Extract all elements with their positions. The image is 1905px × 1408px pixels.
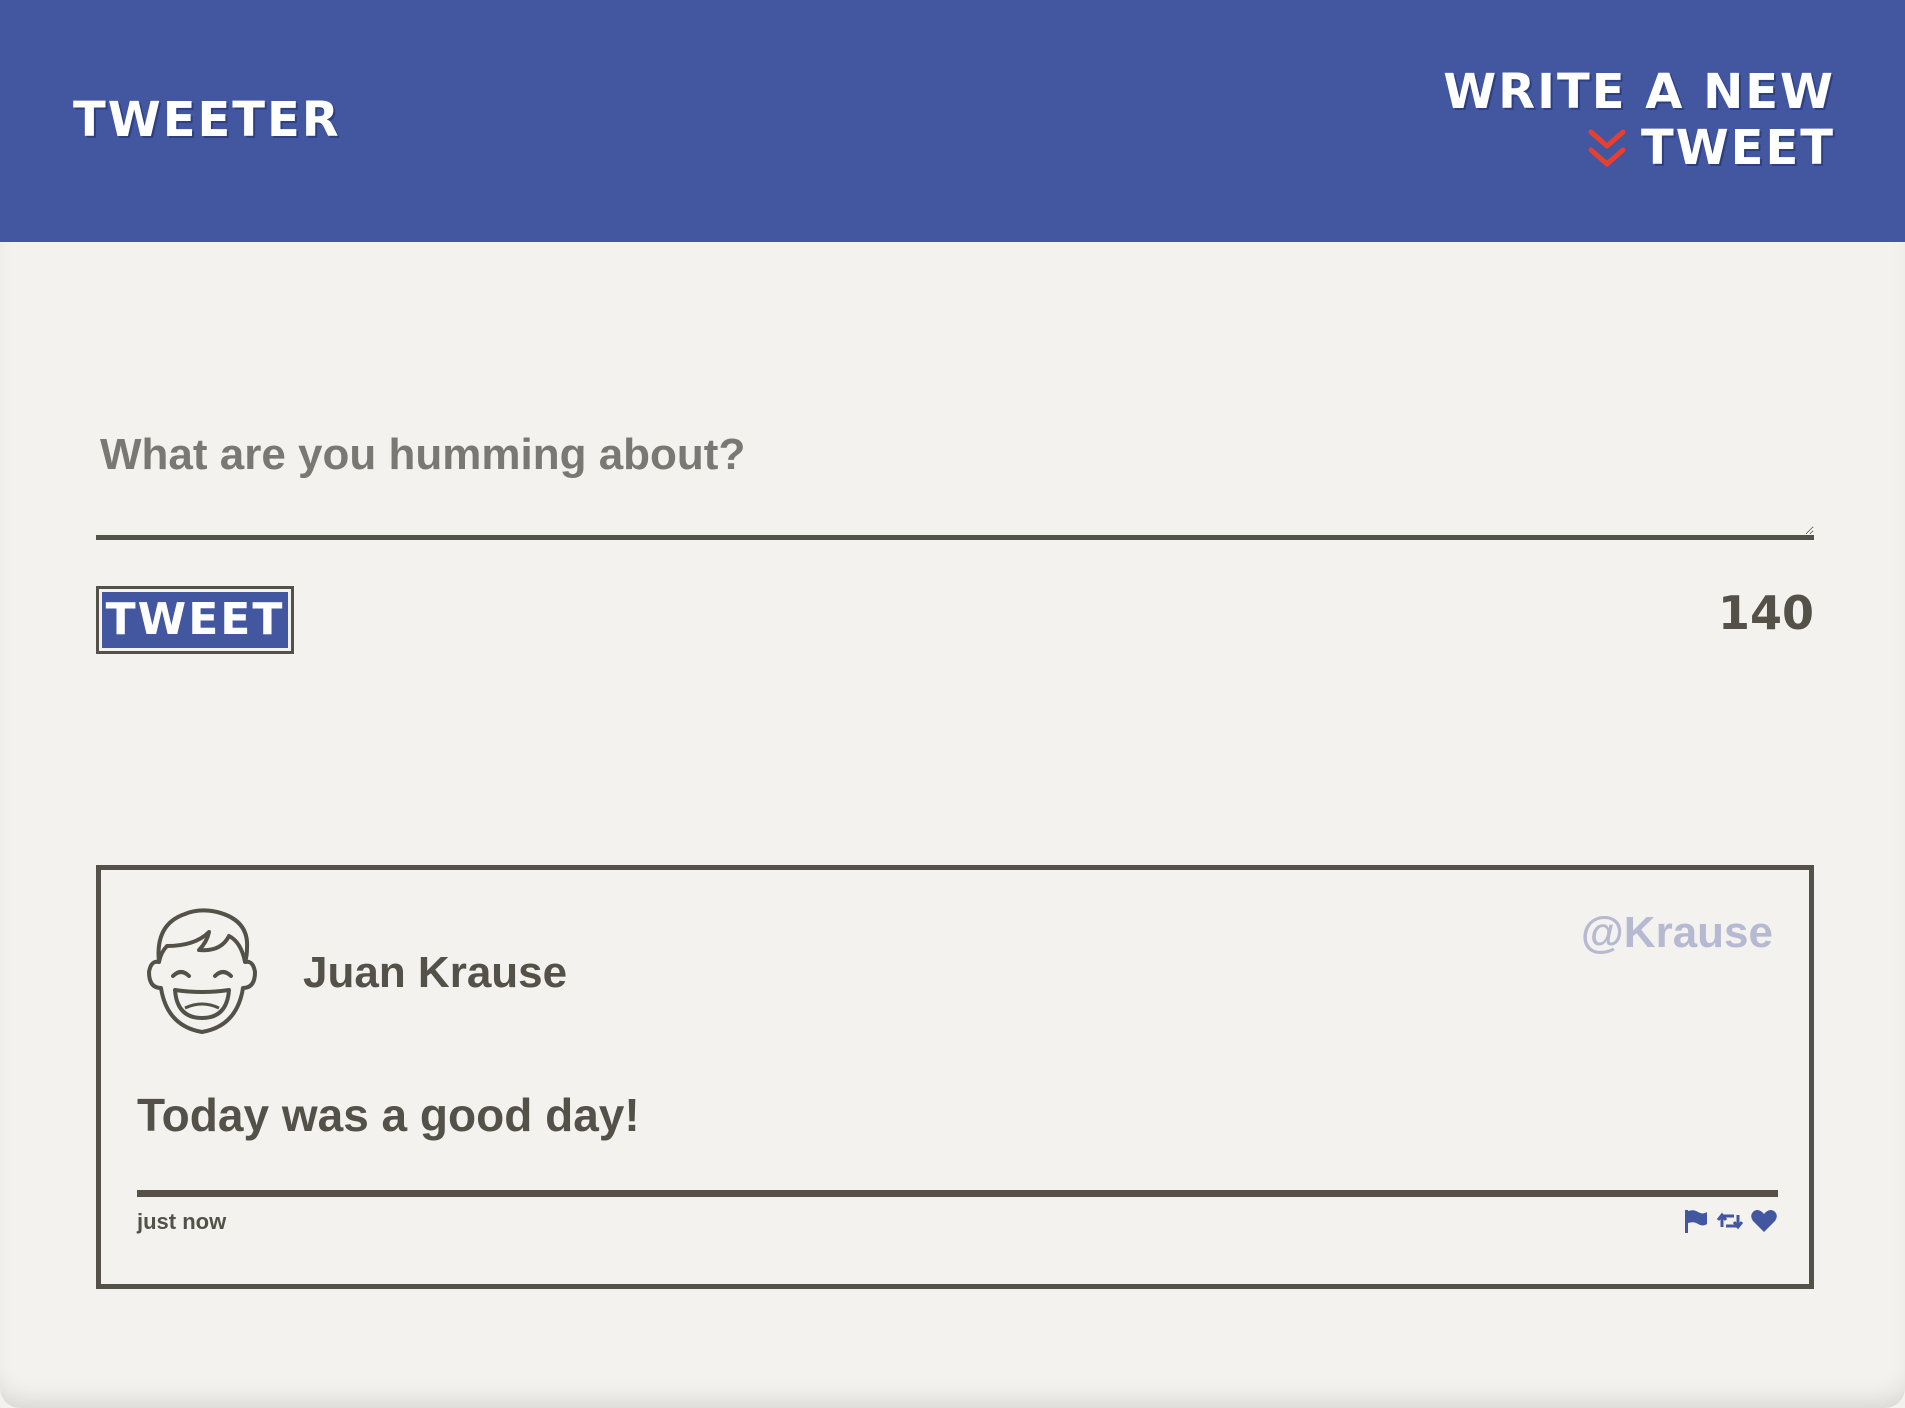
tweet-footer: just now [137, 1190, 1778, 1257]
author-handle: @Krause [1580, 908, 1773, 957]
new-tweet-composer: TWEET 140 [96, 400, 1814, 656]
tweet-timestamp: just now [137, 1209, 227, 1234]
tweet-card: Juan Krause @Krause Today was a good day… [96, 865, 1814, 1289]
flag-icon[interactable] [1682, 1207, 1710, 1235]
retweet-icon[interactable] [1716, 1207, 1744, 1235]
tweet-actions [1682, 1207, 1778, 1235]
composer-controls: TWEET 140 [96, 586, 1814, 656]
heart-icon[interactable] [1750, 1207, 1778, 1235]
author-display-name: Juan Krause [303, 948, 568, 997]
character-counter: 140 [1717, 586, 1814, 640]
brand-logo[interactable]: TWEETER [73, 92, 341, 148]
tweet-submit-button[interactable]: TWEET [96, 586, 294, 654]
tweet-body: Today was a good day! [137, 1089, 640, 1141]
compose-toggle-button[interactable]: WRITE A NEW TWEET [1315, 64, 1835, 184]
page: TWEETER WRITE A NEW TWEET TWEET 140 [0, 0, 1905, 1408]
compose-toggle-label[interactable]: WRITE A NEW TWEET [1315, 64, 1835, 176]
double-chevron-down-icon[interactable] [1587, 128, 1627, 172]
navbar: TWEETER WRITE A NEW TWEET [0, 0, 1905, 242]
tweet-text-input[interactable] [96, 400, 1814, 540]
smiling-face-avatar-icon [147, 908, 257, 1034]
